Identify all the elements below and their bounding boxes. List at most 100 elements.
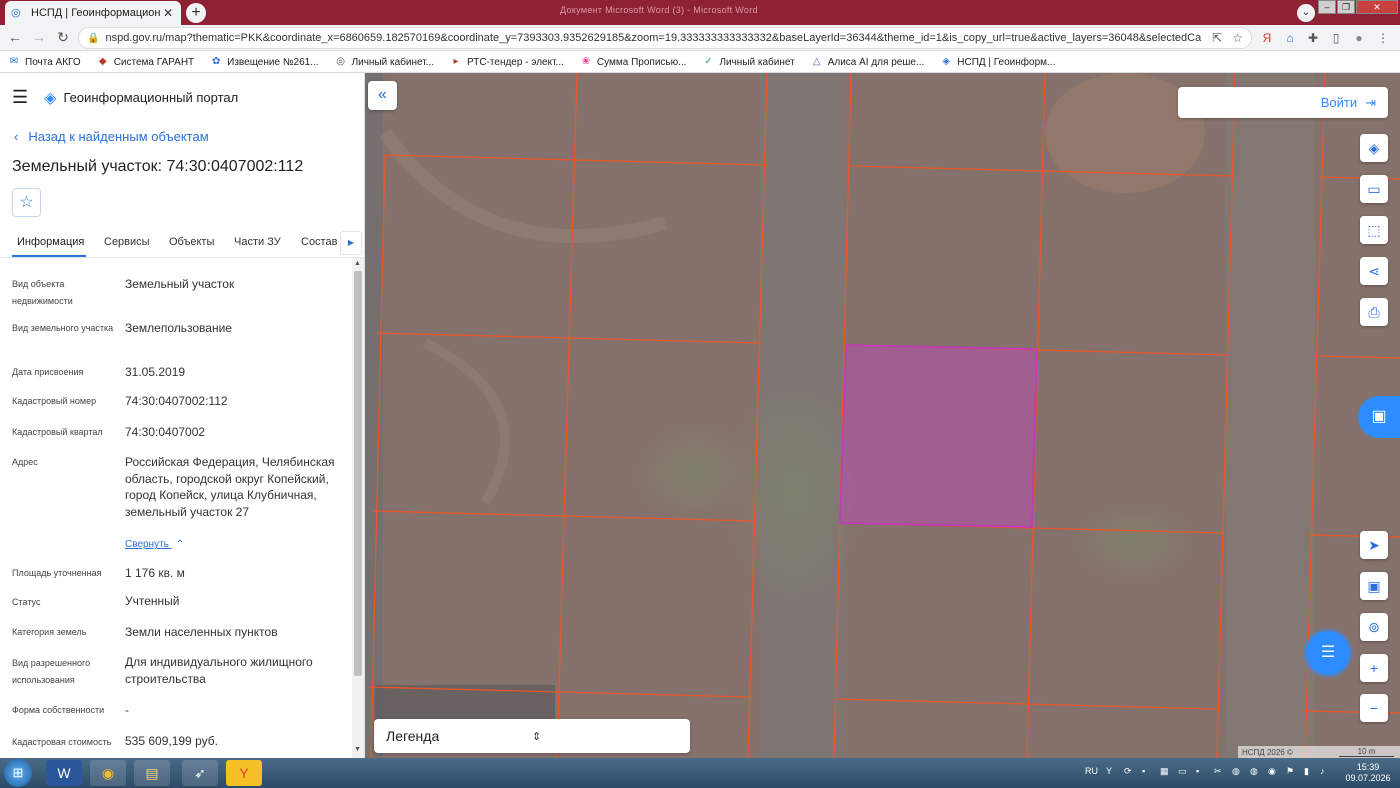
bookmark-item[interactable]: △ Алиса AI для реше... — [811, 56, 924, 68]
notice-icon: ✿ — [211, 56, 221, 67]
login-button[interactable]: Войти ⇥ — [1178, 87, 1388, 118]
tray-yandex-icon[interactable]: Y — [1106, 766, 1112, 776]
vegetation-patch — [635, 423, 755, 523]
zoom-out-button[interactable]: − — [1360, 694, 1388, 722]
language-indicator[interactable]: RU — [1085, 766, 1098, 776]
tab-services[interactable]: Сервисы — [104, 236, 150, 248]
tray-update-icon[interactable]: ◉ — [1268, 766, 1276, 777]
extensions-icon[interactable]: ✚ — [1306, 31, 1320, 45]
object-mode-fab-icon[interactable]: ▣ — [1358, 396, 1400, 438]
tab-parts[interactable]: Части ЗУ — [234, 236, 281, 248]
tray-tools-icon[interactable]: ✂ — [1214, 766, 1222, 777]
tabs-scroll-right-icon[interactable]: ▶ — [340, 231, 362, 255]
yandex-browser-icon[interactable]: Y — [226, 760, 262, 786]
launcher-app-icon[interactable]: ➶ — [182, 760, 218, 786]
side-panel-icon[interactable]: ▯ — [1329, 31, 1343, 45]
forward-icon[interactable]: → — [30, 29, 48, 45]
favorite-star-button[interactable]: ☆ — [12, 188, 41, 217]
bookmark-item[interactable]: ▸ РТС-тендер - элект... — [450, 56, 564, 68]
omnibox[interactable]: 🔒 nspd.gov.ru/map?thematic=PKK&coordinat… — [78, 27, 1252, 49]
bookmark-item[interactable]: ✉ Почта АКГО — [8, 56, 81, 68]
bookmark-item[interactable]: ◎ Личный кабинет... — [335, 56, 434, 68]
bookmark-item[interactable]: ❀ Сумма Прописью... — [580, 56, 687, 68]
yandex-ext-icon[interactable]: Я — [1260, 31, 1274, 45]
start-button-icon[interactable]: ⊞ — [4, 759, 32, 787]
active-tab-indicator — [12, 255, 86, 257]
mail-icon: ✉ — [9, 56, 19, 67]
tray-app2-icon[interactable]: ▪ — [1196, 766, 1199, 776]
zoom-in-button[interactable]: + — [1360, 654, 1388, 682]
tab-title: НСПД | Геоинформационный п — [31, 7, 161, 19]
share-url-icon[interactable]: ⇱ — [1212, 31, 1222, 45]
bookmark-item[interactable]: ◆ Система ГАРАНТ — [97, 56, 194, 68]
search-place-icon[interactable]: ⊚ — [1360, 613, 1388, 641]
tray-volume-icon[interactable]: ♪ — [1320, 766, 1325, 776]
reload-icon[interactable]: ↻ — [54, 29, 72, 46]
tab-objects[interactable]: Объекты — [169, 236, 214, 248]
attr-value: 74:30:0407002 — [125, 425, 206, 439]
tray-flag-icon[interactable]: ⚑ — [1286, 766, 1294, 777]
minimize-button[interactable]: – — [1318, 0, 1336, 14]
ruler-icon[interactable]: ▭ — [1360, 175, 1388, 203]
tab-information[interactable]: Информация — [17, 236, 84, 248]
area-select-icon[interactable]: ⬚ — [1360, 216, 1388, 244]
print-icon[interactable]: ⎙ — [1360, 298, 1388, 326]
attribution-text: НСПД 2026 © — [1242, 747, 1293, 757]
selected-parcel[interactable] — [839, 344, 1038, 528]
attr-value: 31.05.2019 — [125, 365, 186, 379]
bookmark-label: Почта АКГО — [25, 56, 81, 68]
bookmark-item[interactable]: ◈ НСПД | Геоинформ... — [940, 56, 1055, 68]
share-icon[interactable]: ⋖ — [1360, 257, 1388, 285]
collapse-address-link[interactable]: Свернуть ⌃ — [125, 539, 184, 550]
bookmark-item[interactable]: ✿ Извещение №261... — [210, 56, 319, 68]
map-layer[interactable] — [365, 73, 1400, 758]
system-clock[interactable]: 15:39 09.07.2026 — [1338, 762, 1398, 784]
tab-search-icon[interactable]: ⌄ — [1297, 4, 1315, 22]
word-app-icon[interactable]: W — [46, 760, 82, 786]
tray-battery-icon[interactable]: ▮ — [1304, 766, 1309, 777]
back-to-results-link[interactable]: ‹ Назад к найденным объектам — [14, 129, 209, 144]
tab-composition[interactable]: Состав — [301, 236, 337, 248]
tab-close-icon[interactable]: ✕ — [161, 6, 175, 20]
legend-dropdown[interactable]: Легенда ⇕ — [374, 719, 690, 753]
minimap-icon[interactable]: ▣ — [1360, 572, 1388, 600]
portal-logo-icon: ◈ — [44, 89, 57, 107]
tray-network-icon[interactable]: ▦ — [1160, 766, 1169, 777]
layers-icon[interactable]: ◈ — [1360, 134, 1388, 162]
browser-tab[interactable]: ◎ НСПД | Геоинформационный п ✕ — [5, 1, 181, 25]
gosuslugi-ext-icon[interactable]: ⌂ — [1283, 31, 1297, 45]
legend-label: Легенда — [386, 728, 440, 744]
scroll-up-icon[interactable]: ▲ — [354, 260, 361, 267]
bookmarks-bar: ✉ Почта АКГО ◆ Система ГАРАНТ ✿ Извещение №26… — [0, 52, 1400, 73]
tray-antivirus-icon[interactable]: ◍ — [1232, 766, 1240, 777]
chevron-left-icon: ‹ — [14, 129, 19, 144]
new-tab-button[interactable]: + — [186, 3, 206, 23]
explorer-app-icon[interactable]: ▤ — [134, 760, 170, 786]
tray-display-icon[interactable]: ▭ — [1178, 766, 1187, 777]
object-tabs: Информация Сервисы Объекты Части ЗУ Сост… — [0, 231, 364, 258]
geolocate-icon[interactable]: ➤ — [1360, 531, 1388, 559]
bookmark-label: Извещение №261... — [227, 56, 319, 68]
site-info-icon[interactable]: 🔒 — [87, 33, 99, 44]
collapse-panel-button[interactable]: « — [368, 81, 397, 110]
scroll-down-icon[interactable]: ▼ — [354, 746, 361, 753]
tray-app-icon[interactable]: ▪ — [1142, 766, 1145, 776]
panel-scroll-thumb[interactable] — [354, 271, 362, 676]
bookmark-label: Сумма Прописью... — [596, 56, 687, 68]
browser-menu-icon[interactable]: ⋮ — [1376, 31, 1390, 45]
tray-sync-icon[interactable]: ⟳ — [1124, 766, 1132, 777]
nspd-icon: ◈ — [942, 56, 951, 67]
chrome-app-icon[interactable]: ◉ — [90, 760, 126, 786]
bookmark-label: Личный кабинет... — [351, 56, 435, 68]
tray-shield-icon[interactable]: ◍ — [1250, 766, 1258, 777]
menu-burger-icon[interactable]: ☰ — [12, 87, 28, 108]
chat-assistant-icon[interactable]: ☰ — [1306, 631, 1350, 675]
profile-avatar-icon[interactable]: ● — [1352, 31, 1366, 45]
bookmark-star-icon[interactable]: ☆ — [1232, 31, 1243, 45]
map-canvas[interactable] — [365, 73, 1400, 758]
close-window-button[interactable]: ✕ — [1356, 0, 1398, 14]
back-icon[interactable]: ← — [6, 29, 24, 45]
restore-button[interactable]: ❐ — [1337, 0, 1355, 14]
bookmark-item[interactable]: ✓ Личный кабинет — [702, 56, 794, 68]
attr-key: Кадастровый номер — [12, 396, 97, 406]
